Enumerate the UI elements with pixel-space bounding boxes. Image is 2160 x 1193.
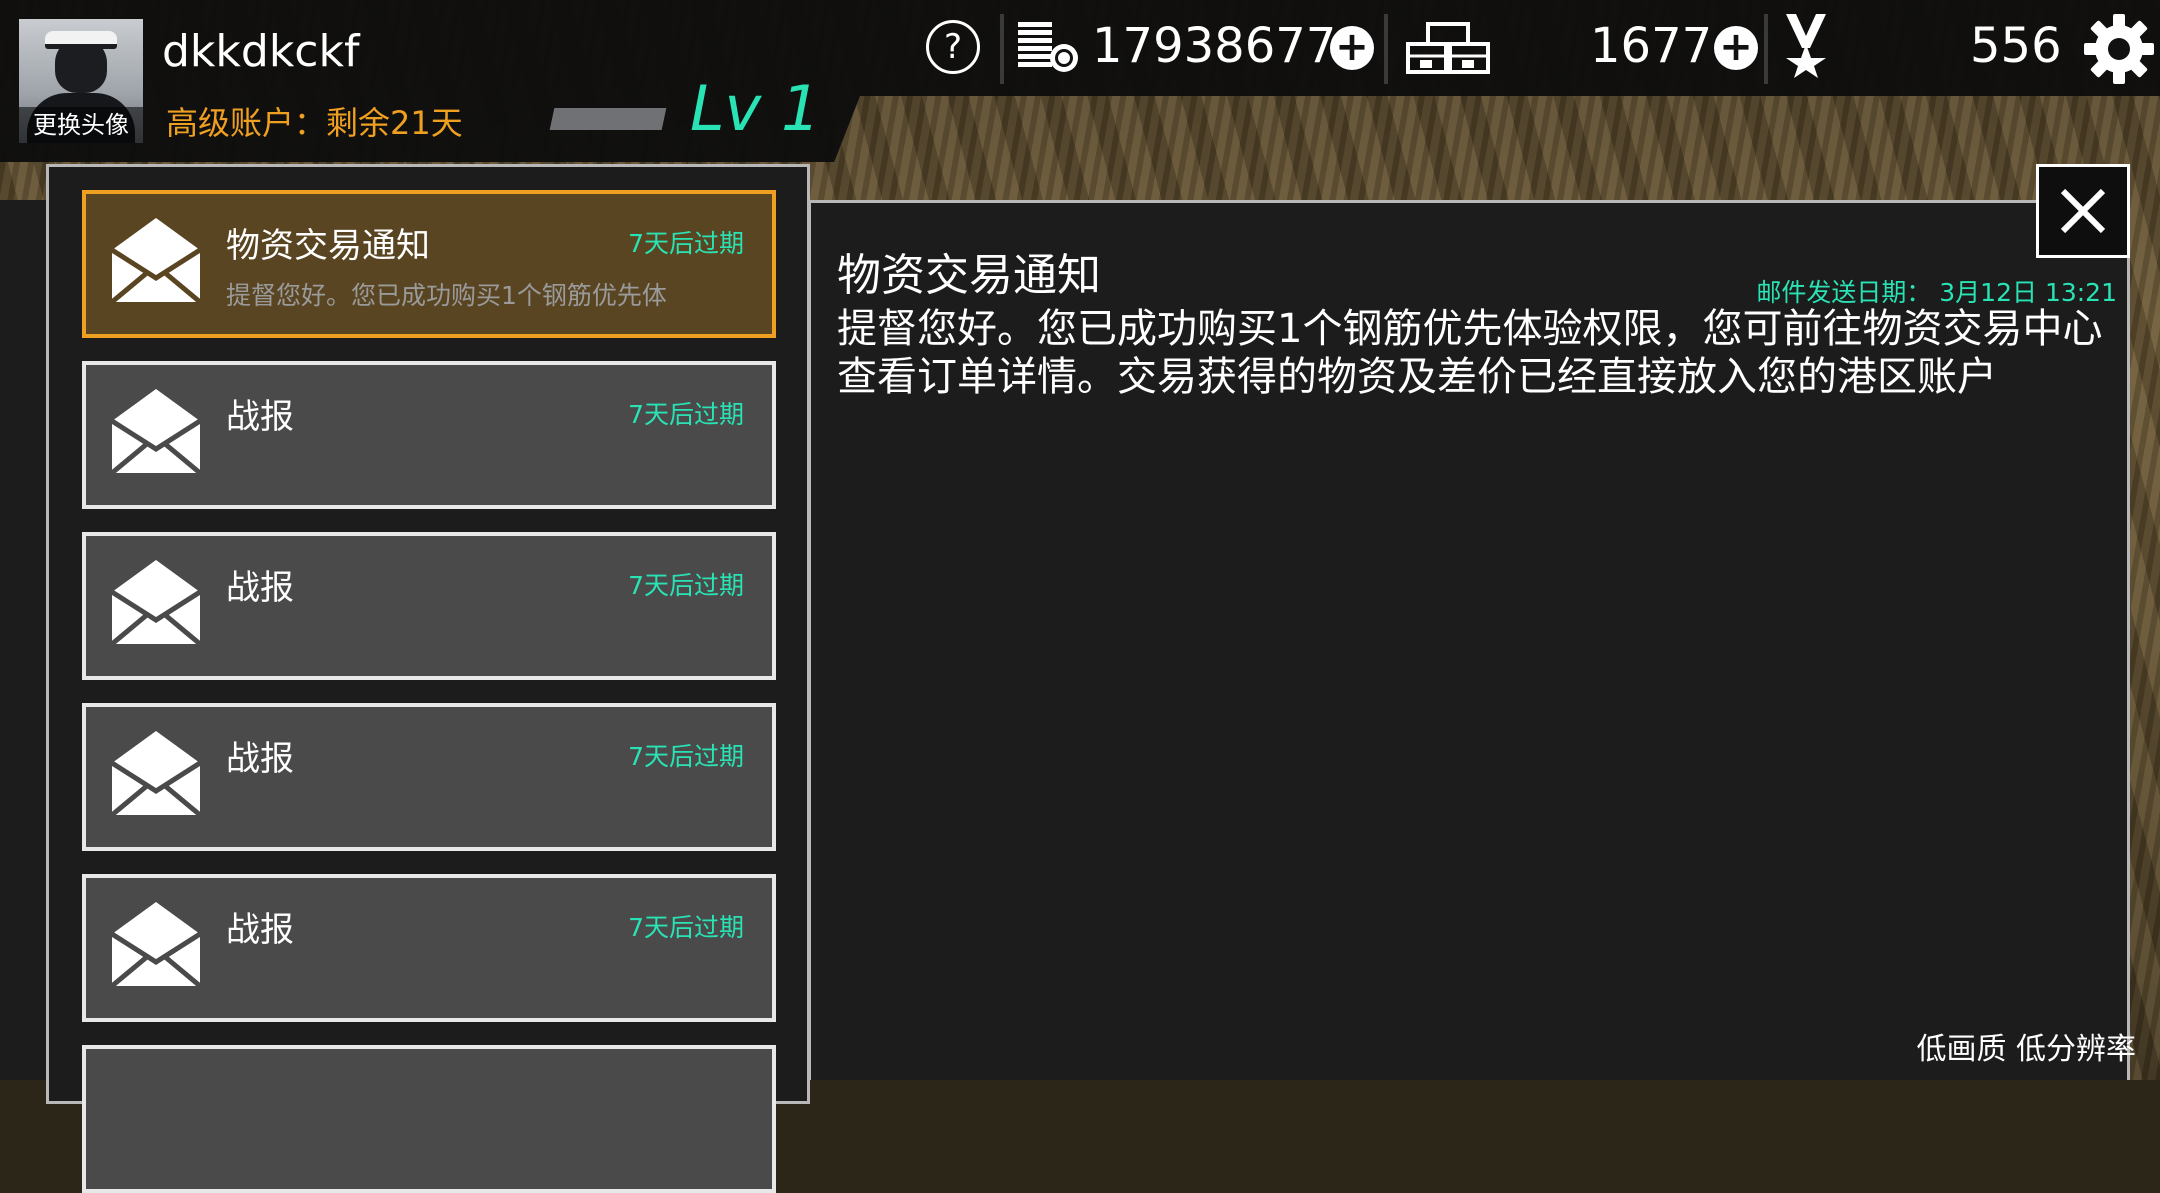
mail-title: 战报 [226, 731, 294, 780]
mail-detail-panel: 物资交易通知 邮件发送日期： 3月12日 13:21 提督您好。您已成功购买1个… [808, 200, 2130, 1080]
left-edge-panel [0, 200, 46, 1080]
mail-title: 战报 [226, 902, 294, 951]
detail-title: 物资交易通知 [837, 239, 1101, 303]
send-date: 邮件发送日期： 3月12日 13:21 [1756, 273, 2117, 309]
mail-item[interactable]: 战报 7天后过期 [82, 703, 776, 851]
mail-expiry: 7天后过期 [628, 395, 744, 431]
mail-expiry: 7天后过期 [628, 737, 744, 773]
envelope-icon [112, 558, 200, 646]
medal-icon [1782, 14, 1830, 78]
medal-count: 556 [1970, 18, 2062, 74]
mail-item[interactable]: 战报 7天后过期 [82, 532, 776, 680]
quality-watermark: 低画质 低分辨率 [1916, 1024, 2136, 1068]
level-indicator: Lv 1 [690, 72, 820, 145]
mail-title: 战报 [226, 389, 294, 438]
username: dkkdkckf [162, 26, 359, 77]
envelope-icon [112, 729, 200, 817]
divider [1384, 14, 1388, 84]
avatar[interactable]: 更换头像 [19, 19, 143, 143]
change-avatar-label[interactable]: 更换头像 [19, 107, 143, 143]
mail-expiry: 7天后过期 [628, 224, 744, 260]
close-button[interactable] [2036, 164, 2130, 258]
add-crates-button[interactable]: + [1714, 26, 1758, 70]
mail-title: 物资交易通知 [226, 218, 430, 267]
coin-count: 17938677 [1092, 18, 1336, 74]
envelope-icon [112, 387, 200, 475]
crate-count: 1677 [1590, 18, 1712, 74]
mail-expiry: 7天后过期 [628, 566, 744, 602]
add-coins-button[interactable]: + [1330, 26, 1374, 70]
mail-item-partial[interactable] [82, 1045, 776, 1193]
coin-stack-icon [1018, 20, 1080, 74]
experience-bar [550, 108, 667, 130]
detail-body: 提督您好。您已成功购买1个钢筋优先体验权限，您可前往物资交易中心查看订单详情。交… [837, 305, 2107, 401]
crate-icon [1404, 22, 1492, 76]
envelope-icon [112, 216, 200, 304]
avatar-cap [45, 31, 117, 49]
gear-icon[interactable] [2084, 14, 2154, 84]
close-icon [2039, 167, 2127, 255]
mail-item[interactable]: 物资交易通知 7天后过期 提督您好。您已成功购买1个钢筋优先体 [82, 190, 776, 338]
mail-title: 战报 [226, 560, 294, 609]
mail-item[interactable]: 战报 7天后过期 [82, 874, 776, 1022]
mail-preview: 提督您好。您已成功购买1个钢筋优先体 [226, 276, 667, 312]
envelope-icon [112, 900, 200, 988]
divider [1764, 14, 1768, 84]
mail-expiry: 7天后过期 [628, 908, 744, 944]
help-icon[interactable]: ? [926, 20, 980, 74]
account-status: 高级账户：剩余21天 [166, 98, 463, 144]
mail-item[interactable]: 战报 7天后过期 [82, 361, 776, 509]
divider [1000, 14, 1004, 84]
